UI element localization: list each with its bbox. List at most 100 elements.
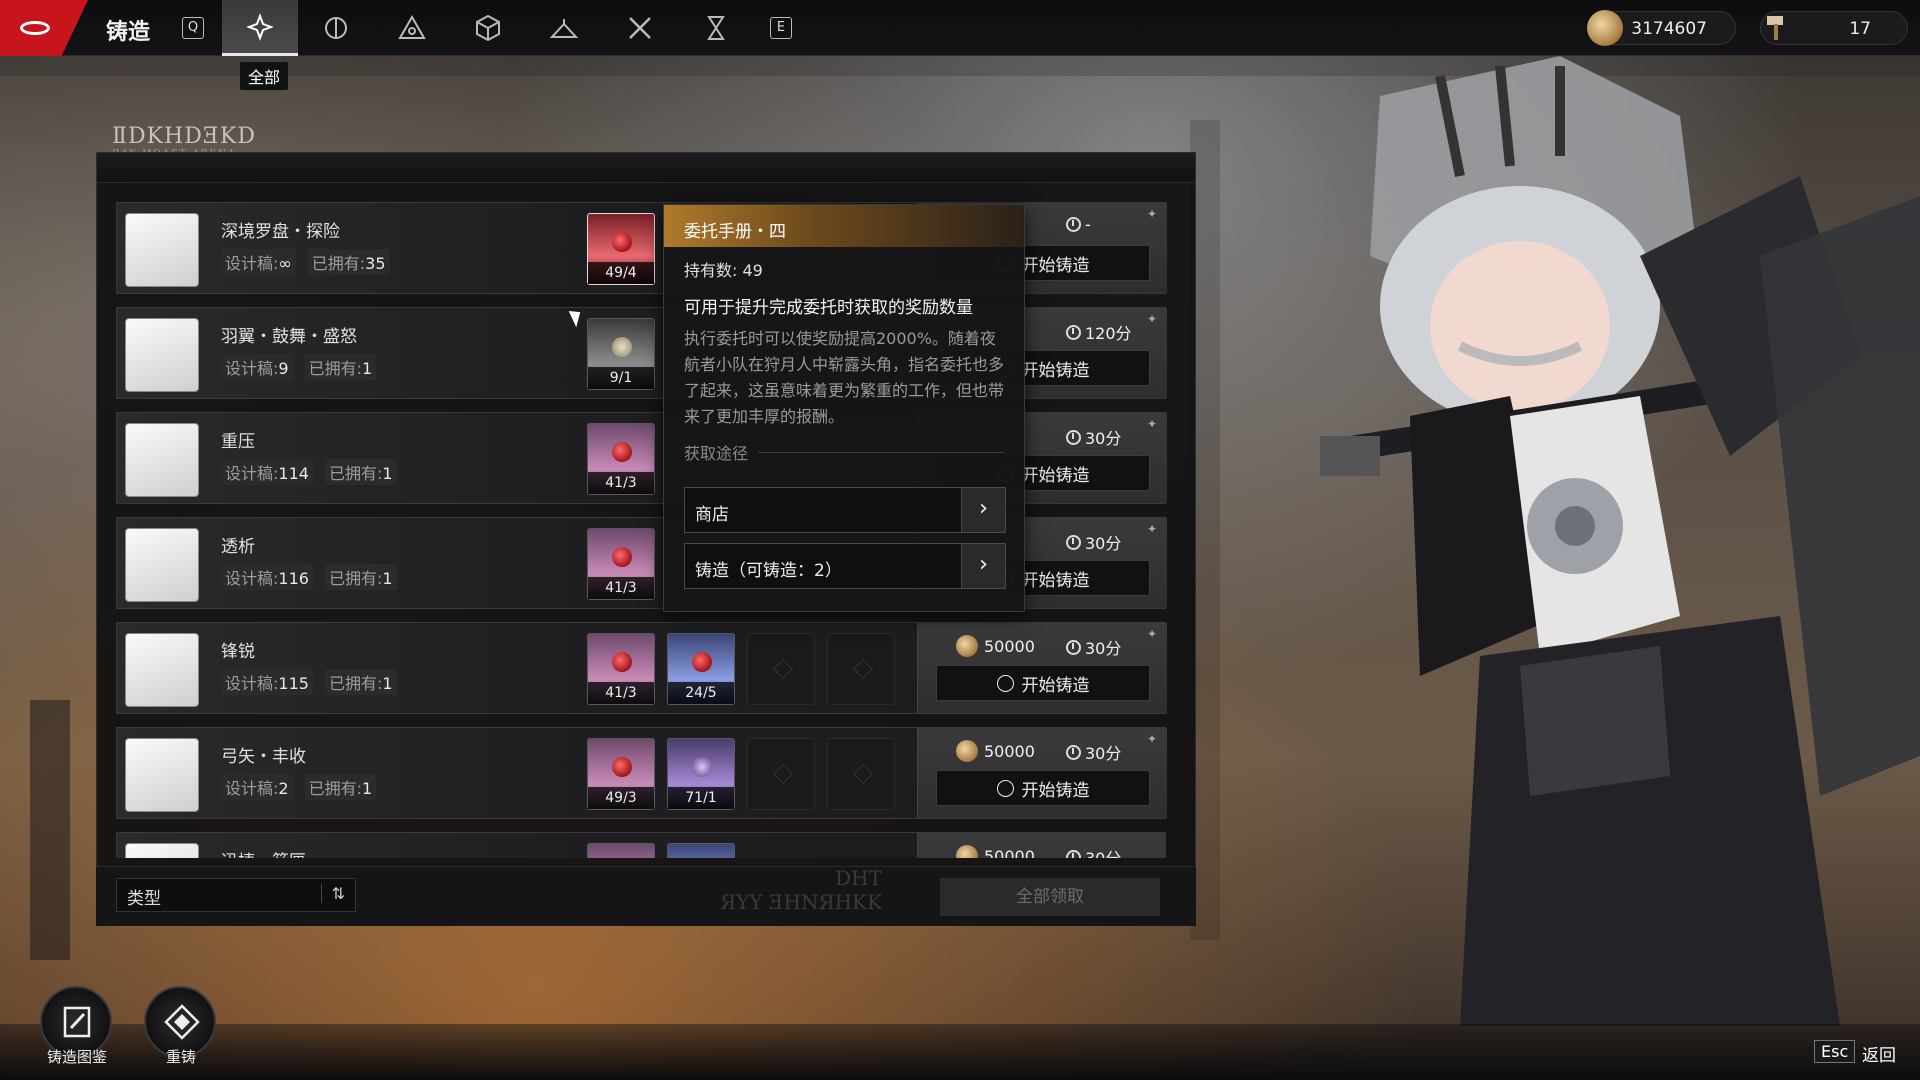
blueprint-count: 114 <box>278 464 309 483</box>
tab-all[interactable] <box>222 0 298 56</box>
recipe-name: 重压 <box>221 432 255 452</box>
pin-icon[interactable]: ✦ <box>1147 417 1161 431</box>
pin-icon[interactable]: ✦ <box>1147 732 1161 746</box>
start-forge-button[interactable]: 开始铸造 <box>936 770 1150 806</box>
start-forge-button[interactable]: 开始铸造 <box>936 665 1150 701</box>
gem-amulet-icon <box>125 633 199 707</box>
coin-amount: 3174607 <box>1631 19 1707 39</box>
material-slot[interactable]: 49/4 <box>587 213 655 285</box>
forge-action: 50000 30分 ✦ 开始铸造 <box>917 623 1167 713</box>
owned-label: 已拥有: <box>308 359 362 378</box>
blueprint-count: 115 <box>278 674 309 693</box>
material-slot[interactable]: 24/5 <box>667 633 735 705</box>
material-slot[interactable]: 41/3 <box>587 423 655 495</box>
material-count: 49/4 <box>588 262 654 284</box>
blueprint-label: 设计稿: <box>225 779 279 798</box>
bottom-bar <box>0 1024 1920 1080</box>
faction-icon <box>325 17 347 39</box>
recipe-name: 透析 <box>221 537 255 557</box>
chevron-right-icon: › <box>961 544 1005 588</box>
codex-label: 铸造图鉴 <box>46 1048 107 1066</box>
button-label: 开始铸造 <box>1021 465 1090 486</box>
pin-icon[interactable]: ✦ <box>1147 312 1161 326</box>
tab-faction[interactable] <box>298 0 374 56</box>
recipe-row[interactable]: 锋锐 设计稿:115 已拥有:1 41/3 24/5 50000 30分 ✦ 开… <box>116 622 1167 714</box>
sort-dropdown[interactable]: 类型 ⇅ <box>116 878 356 912</box>
material-count: 24/5 <box>668 682 734 704</box>
time-value: 120分 <box>1085 324 1132 343</box>
tab-hanger[interactable] <box>526 0 602 56</box>
blueprint-label: 设计稿: <box>225 254 279 273</box>
material-slot[interactable]: 41/3 <box>587 528 655 600</box>
manual-icon <box>612 232 632 252</box>
claim-all-button[interactable]: 全部领取 <box>940 878 1160 916</box>
clock-icon <box>1066 744 1081 760</box>
top-bar: 铸造 Q E 3174607 17 <box>0 0 1920 56</box>
pin-icon[interactable]: ✦ <box>1147 522 1161 536</box>
esc-key[interactable]: Esc <box>1814 1040 1856 1063</box>
material-slot[interactable]: 71/1 <box>667 738 735 810</box>
game-logo[interactable] <box>0 0 88 56</box>
pin-icon[interactable]: ✦ <box>1147 627 1161 641</box>
owned-count: 1 <box>382 464 393 483</box>
time-value: 30分 <box>1085 429 1122 448</box>
next-tab-key[interactable]: E <box>770 17 792 39</box>
recipe-name: 深境罗盘・探险 <box>221 222 340 242</box>
material-slot[interactable]: 41/3 <box>587 633 655 705</box>
cost-value: 50000 <box>984 636 1035 656</box>
blueprint-count: ∞ <box>278 254 292 273</box>
back-button[interactable]: 返回 <box>1862 1041 1896 1066</box>
panel-header <box>97 153 1195 183</box>
material-slot[interactable]: 49/3 <box>587 738 655 810</box>
button-label: 开始铸造 <box>1021 675 1090 696</box>
material-slot[interactable]: 9/1 <box>587 318 655 390</box>
forge-time: 30分 <box>1066 635 1121 659</box>
tooltip-owned: 持有数: 49 <box>684 261 763 280</box>
source-forge-button[interactable]: 铸造（可铸造：2） › <box>684 543 1006 589</box>
gem-amulet-icon <box>125 423 199 497</box>
material-slot[interactable] <box>587 843 655 858</box>
forge-action: 50000 30分 <box>917 833 1166 858</box>
reforge-label: 重铸 <box>165 1048 196 1066</box>
forge-cost: 50000 <box>956 740 1035 762</box>
gem-icon <box>692 757 712 777</box>
recipe-row[interactable]: 迅捷・箭匣 50000 30分 <box>116 832 1166 858</box>
forge-time: 30分 <box>1066 845 1121 858</box>
owned-count: 1 <box>382 569 393 588</box>
material-count: 49/3 <box>588 787 654 809</box>
cost-value: 50000 <box>984 846 1035 859</box>
pin-icon[interactable]: ✦ <box>1147 207 1161 221</box>
empty-slot <box>827 738 895 810</box>
hammer-amount: 17 <box>1849 19 1871 39</box>
tab-tools[interactable] <box>602 0 678 56</box>
prev-tab-key[interactable]: Q <box>182 17 204 39</box>
source-label: 铸造（可铸造：2） <box>695 561 842 581</box>
time-value: 30分 <box>1085 845 1121 858</box>
blueprint-count: 2 <box>278 779 289 798</box>
owned-label: 已拥有: <box>311 254 366 273</box>
owned-label: 已拥有: <box>308 779 362 798</box>
forge-icon <box>996 779 1014 797</box>
clock-icon <box>1066 849 1081 858</box>
forge-time: 120分 <box>1066 320 1132 344</box>
recipe-name: 锋锐 <box>221 642 255 662</box>
tab-triangle[interactable] <box>374 0 450 56</box>
sort-icon[interactable]: ⇅ <box>320 884 345 903</box>
empty-slot <box>827 633 895 705</box>
tab-hourglass[interactable] <box>678 0 754 56</box>
button-label: 开始铸造 <box>1021 570 1090 591</box>
reforge-icon <box>164 1004 200 1040</box>
source-header: 获取途径 <box>664 430 1024 464</box>
source-shop-button[interactable]: 商店 › <box>684 487 1006 533</box>
tooltip-summary: 可用于提升完成委托时获取的奖励数量 <box>684 298 973 318</box>
hammer-balance: 17 <box>1760 11 1908 45</box>
gem-icon <box>612 757 632 777</box>
material-slot[interactable] <box>667 843 735 858</box>
recipe-row[interactable]: 弓矢・丰收 设计稿:2 已拥有:1 49/3 71/1 50000 30分 ✦ … <box>116 727 1167 819</box>
time-value: 30分 <box>1085 534 1122 553</box>
material-count: 71/1 <box>668 787 734 809</box>
hourglass-icon <box>707 16 725 40</box>
time-value: - <box>1085 215 1091 234</box>
tab-cube[interactable] <box>450 0 526 56</box>
material-count: 9/1 <box>588 367 654 389</box>
